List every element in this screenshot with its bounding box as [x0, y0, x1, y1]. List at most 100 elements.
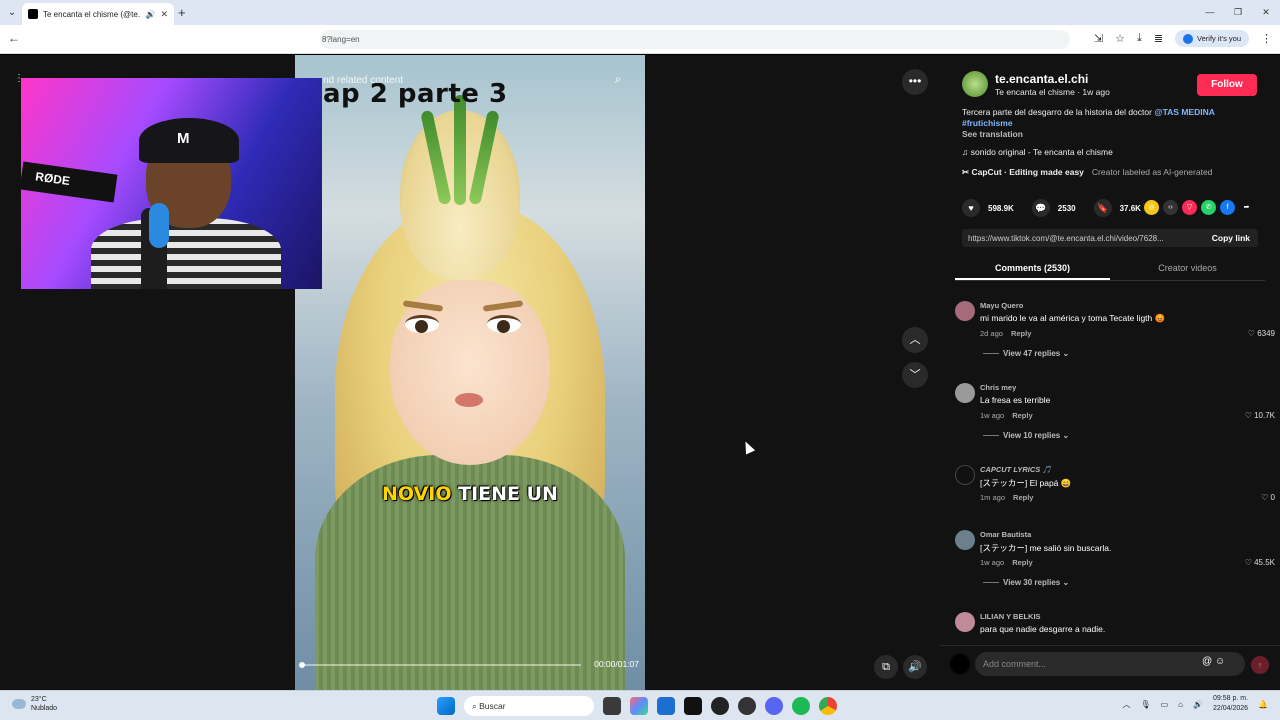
post-comment-button[interactable]: ↑ — [1251, 656, 1269, 674]
avatar[interactable] — [955, 612, 975, 632]
close-window-button[interactable]: ✕ — [1252, 0, 1280, 25]
bookmark-icon[interactable]: 🔖 — [1093, 199, 1112, 217]
embed-icon[interactable]: ‹› — [1163, 200, 1178, 215]
spotify-icon[interactable] — [792, 697, 810, 715]
comment-username[interactable]: Omar Bautista — [980, 530, 1031, 539]
avatar[interactable] — [955, 383, 975, 403]
address-bar-row: ← 8?lang=en ⇲ ☆ ⤓ ≣ Verify it's you ⋮ — [0, 25, 1280, 54]
hashtag-link[interactable]: #frutichisme — [962, 118, 1013, 128]
comment-likes[interactable]: ♡ 10.7K — [1245, 411, 1275, 420]
comment-username[interactable]: LILIAN Y BELKIS — [980, 612, 1041, 621]
tiktok-page: ⋮ nd related content ap 2 parte 3 ⌕ NOVI… — [0, 55, 1280, 690]
next-video-button[interactable]: ﹀ — [902, 362, 928, 388]
volume-icon[interactable]: 🔊 — [903, 655, 927, 679]
notifications-icon[interactable]: 🔔 — [1258, 700, 1268, 709]
at-mention-icon[interactable]: @ — [1202, 656, 1212, 667]
follow-button[interactable]: Follow — [1197, 74, 1257, 96]
app-icon[interactable] — [711, 697, 729, 715]
see-translation-link[interactable]: See translation — [962, 129, 1262, 140]
obs-icon[interactable] — [738, 697, 756, 715]
volume-tray-icon[interactable]: 🔊 — [1193, 700, 1203, 709]
capcut-app-icon[interactable] — [684, 697, 702, 715]
repost-icon[interactable]: ◎ — [1144, 200, 1159, 215]
windows-taskbar: 23°C Nublado ⌕ Buscar ︿ 🎙 ▭ ⌂ 🔊 09:58 p.… — [0, 690, 1280, 720]
share-arrow-icon[interactable]: ➦ — [1239, 200, 1254, 215]
comment-likes[interactable]: ♡ 6349 — [1248, 329, 1275, 338]
comment-username[interactable]: Mayu Quero — [980, 301, 1023, 310]
view-replies-button[interactable]: View 30 replies ⌄ — [983, 578, 1069, 587]
maximize-button[interactable]: ❐ — [1224, 0, 1252, 25]
reply-button[interactable]: Reply — [1011, 329, 1031, 338]
chrome-icon[interactable] — [819, 697, 837, 715]
author-avatar[interactable] — [962, 71, 988, 97]
video-player[interactable]: nd related content ap 2 parte 3 ⌕ NOVIO … — [295, 55, 645, 690]
video-progress-bar[interactable] — [299, 662, 581, 668]
url-field[interactable]: 8?lang=en — [320, 30, 1070, 49]
mouse-cursor — [740, 439, 756, 455]
speaker-icon[interactable]: 🔊 — [145, 10, 155, 19]
comment-icon[interactable]: 💬 — [1031, 199, 1050, 217]
view-replies-button[interactable]: View 47 replies ⌄ — [983, 349, 1069, 358]
facebook-icon[interactable]: f — [1220, 200, 1235, 215]
emoji-icon[interactable]: ☺ — [1215, 656, 1225, 667]
mention-link[interactable]: @TAS MEDINA — [1154, 107, 1215, 117]
tray-chevron-icon[interactable]: ︿ — [1122, 699, 1130, 710]
comment-likes[interactable]: ♡ 0 — [1261, 493, 1275, 502]
reply-button[interactable]: Reply — [1013, 493, 1033, 502]
browser-tab[interactable]: Te encanta el chisme (@te.en... 🔊 ✕ — [22, 3, 174, 25]
heart-icon: ♡ — [1247, 329, 1258, 338]
mic-icon[interactable]: 🎙 — [1140, 700, 1150, 709]
avatar[interactable] — [955, 530, 975, 550]
download-icon[interactable]: ⤓ — [1137, 32, 1142, 45]
verify-button[interactable]: Verify it's you — [1175, 30, 1249, 47]
add-comment-bar: Add comment... @ ☺ ↑ — [940, 645, 1280, 690]
clock[interactable]: 09:58 p. m. 22/04/2026 — [1213, 694, 1248, 714]
comment-like-count: 45.5K — [1254, 558, 1275, 567]
store-icon[interactable] — [657, 697, 675, 715]
streamer-shirt — [91, 218, 281, 289]
menu-kebab-icon[interactable]: ⋮ — [1261, 32, 1272, 45]
display-icon[interactable]: ▭ — [1161, 700, 1169, 709]
video-link[interactable]: https://www.tiktok.com/@te.encanta.el.ch… — [962, 234, 1204, 243]
reply-button[interactable]: Reply — [1012, 558, 1032, 567]
network-icon[interactable]: ⌂ — [1178, 700, 1183, 709]
music-row[interactable]: ♫ sonido original - Te encanta el chisme — [962, 147, 1113, 157]
onion-stalk — [468, 109, 500, 206]
author-username[interactable]: te.encanta.el.chi — [995, 72, 1088, 86]
more-options-button[interactable]: ••• — [902, 69, 928, 95]
progress-knob[interactable] — [299, 662, 305, 668]
like-icon[interactable]: ♥ — [962, 199, 980, 217]
back-button[interactable]: ← — [8, 31, 20, 45]
new-tab-button[interactable]: + — [178, 5, 186, 20]
avatar[interactable] — [955, 465, 975, 485]
tab-search-chevron-icon[interactable]: ⌄ — [0, 7, 24, 18]
tab-comments[interactable]: Comments (2530) — [955, 255, 1110, 280]
comment-username[interactable]: CAPCUT LYRICS 🎵 — [980, 465, 1052, 474]
minimize-button[interactable]: — — [1196, 0, 1224, 25]
avatar[interactable] — [955, 301, 975, 321]
copy-link-button[interactable]: Copy link — [1204, 233, 1258, 243]
task-view-icon[interactable] — [603, 697, 621, 715]
discord-icon[interactable] — [765, 697, 783, 715]
install-app-icon[interactable]: ⇲ — [1094, 32, 1103, 45]
pip-icon[interactable]: ⧉ — [874, 655, 898, 679]
close-tab-icon[interactable]: ✕ — [160, 9, 168, 20]
start-windows-icon[interactable] — [437, 697, 455, 715]
capcut-link[interactable]: ✂ CapCut · Editing made easy — [962, 167, 1084, 178]
taskbar-apps: ⌕ Buscar — [437, 696, 837, 716]
comment-list[interactable]: Mayu Quero mi marido le va al américa y … — [940, 291, 1280, 641]
send-icon[interactable]: ▽ — [1182, 200, 1197, 215]
comment-likes[interactable]: ♡ 45.5K — [1245, 558, 1275, 567]
reply-button[interactable]: Reply — [1012, 411, 1032, 420]
view-replies-button[interactable]: View 10 replies ⌄ — [983, 431, 1069, 440]
whatsapp-icon[interactable]: ✆ — [1201, 200, 1216, 215]
video-search-icon[interactable]: ⌕ — [605, 72, 631, 92]
taskbar-search[interactable]: ⌕ Buscar — [464, 696, 594, 716]
tab-search-icon[interactable]: ≣ — [1154, 32, 1163, 45]
weather-widget[interactable]: 23°C Nublado — [12, 695, 57, 713]
tab-creator-videos[interactable]: Creator videos — [1110, 255, 1265, 280]
previous-video-button[interactable]: ︿ — [902, 327, 928, 353]
bookmark-star-icon[interactable]: ☆ — [1115, 32, 1125, 45]
comment-username[interactable]: Chris mey — [980, 383, 1016, 392]
copilot-icon[interactable] — [630, 697, 648, 715]
